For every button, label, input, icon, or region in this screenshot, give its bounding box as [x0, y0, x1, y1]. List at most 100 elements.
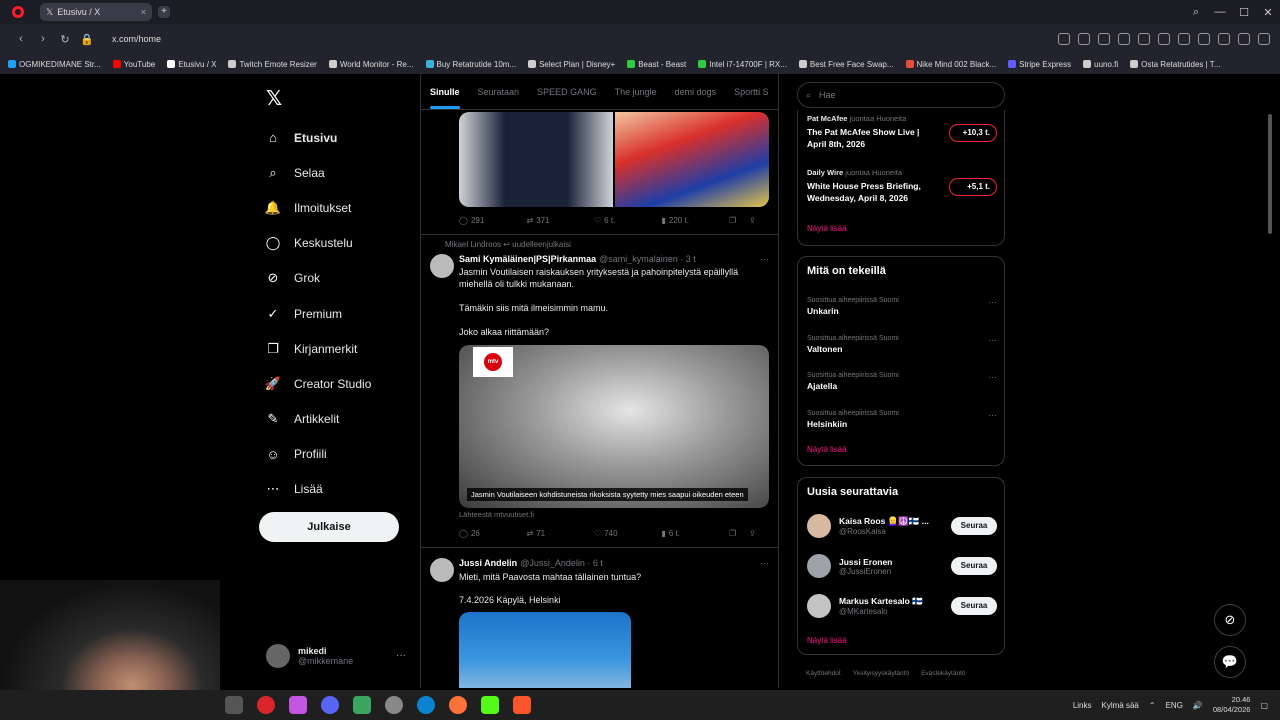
show-more-link[interactable]: Näytä lisää [807, 224, 847, 233]
bookmark-item[interactable]: YouTube [112, 60, 155, 69]
views-button[interactable]: ▮ 6 t. [662, 529, 730, 538]
trend-more-icon[interactable]: ··· [988, 297, 997, 307]
discord-taskbar-icon[interactable] [321, 696, 339, 714]
links-toolbar[interactable]: Links [1073, 701, 1092, 710]
footer-link[interactable]: Käyttöehdot [806, 670, 841, 677]
edge-taskbar-icon[interactable] [417, 696, 435, 714]
share-icon[interactable]: ⇪ [749, 216, 769, 225]
edit-icon[interactable] [1078, 33, 1090, 45]
author-name[interactable]: Sami Kymäläinen|PS|Pirkanmaa [459, 254, 596, 264]
show-more-link[interactable]: Näytä lisää [807, 636, 847, 645]
new-tab-button[interactable]: + [158, 6, 170, 18]
like-button[interactable]: ♡ 6 t. [594, 216, 662, 225]
avatar[interactable] [430, 254, 454, 278]
sidebar-item-lisää[interactable]: ⋯ Lisää [266, 472, 371, 507]
sidebar-item-profiili[interactable]: ☺ Profiili [266, 437, 371, 472]
sidebar-item-premium[interactable]: ✓ Premium [266, 296, 371, 331]
author-handle[interactable]: @sami_kymalainen · 3 t [599, 254, 696, 264]
extensions-icon[interactable] [1238, 33, 1250, 45]
bookmark-item[interactable]: Osta Retatrutides | T... [1130, 60, 1220, 69]
follow-suggestion[interactable]: Kaisa Roos 👱‍♀️☮️🇫🇮 ... @RoosKaisa Seuraa [807, 514, 997, 538]
avatar[interactable] [430, 558, 454, 582]
post-images[interactable] [459, 112, 769, 207]
footer-link[interactable]: Yksityisyyskäytäntö [853, 670, 909, 677]
clock[interactable]: 20.46 08/04/2026 [1213, 695, 1251, 715]
sidebar-item-keskustelu[interactable]: ◯ Keskustelu [266, 226, 371, 261]
app-taskbar-icon[interactable] [353, 696, 371, 714]
feed-tab[interactable]: The jungle [615, 87, 657, 97]
forward-icon[interactable]: › [32, 33, 54, 45]
figma-taskbar-icon[interactable] [289, 696, 307, 714]
app-taskbar-icon[interactable] [385, 696, 403, 714]
sidebar-item-artikkelit[interactable]: ✎ Artikkelit [266, 402, 371, 437]
tray-chevron-icon[interactable]: ⌃ [1149, 701, 1156, 710]
opera-logo-icon[interactable] [12, 6, 24, 18]
bookmark-item[interactable]: Etusivu / X [167, 60, 216, 69]
repost-button[interactable]: ⇄ 371 [527, 216, 595, 225]
bookmark-item[interactable]: Best Free Face Swap... [798, 60, 894, 69]
sidebar-item-ilmoitukset[interactable]: 🔔 Ilmoitukset [265, 190, 371, 225]
bookmark-icon[interactable]: ❐ [729, 529, 749, 538]
opera-taskbar-icon[interactable] [257, 696, 275, 714]
trend-more-icon[interactable]: ··· [988, 335, 997, 345]
bookmark-item[interactable]: Intel i7-14700F | RX... [698, 60, 787, 69]
share-icon[interactable]: ⇪ [749, 529, 769, 538]
like-button[interactable]: ♡ 740 [594, 529, 662, 538]
post-image-2[interactable] [615, 112, 769, 207]
heart-icon[interactable] [1158, 33, 1170, 45]
url-field[interactable]: x.com/home [112, 34, 161, 44]
link-source[interactable]: Lähteestä mtvuutiset.fi [459, 510, 534, 519]
search-input[interactable]: ⌕ Hae [797, 82, 1005, 108]
sidebar-item-kirjanmerkit[interactable]: ❐ Kirjanmerkit [266, 331, 371, 366]
brave-taskbar-icon[interactable] [513, 696, 531, 714]
camera-icon[interactable] [1098, 33, 1110, 45]
bookmark-item[interactable]: Twitch Emote Resizer [228, 60, 317, 69]
tweet-photo[interactable]: mtv Jasmin Voutilaiseen kohdistuneista r… [459, 345, 769, 508]
sidebar-item-etusivu[interactable]: ⌂ Etusivu [266, 120, 371, 155]
search-tabs-icon[interactable]: ⌕ [1184, 6, 1208, 19]
follow-button[interactable]: Seuraa [951, 597, 997, 615]
profile-icon[interactable] [1218, 33, 1230, 45]
live-space[interactable]: Daily Wire juontaa Huoneita White House … [807, 168, 997, 204]
bookmark-item[interactable]: Select Plan | Disney+ [528, 60, 615, 69]
footer-link[interactable]: Evästekäytäntö [921, 670, 965, 677]
sidebar-item-grok[interactable]: ⊘ Grok [266, 261, 371, 296]
weather-widget[interactable]: Kylmä sää [1102, 701, 1139, 710]
volume-icon[interactable]: 🔊 [1193, 701, 1203, 710]
follow-suggestion[interactable]: Jussi Eronen @JussiEronen Seuraa [807, 554, 997, 578]
zoom-icon[interactable] [1058, 33, 1070, 45]
live-space[interactable]: Pat McAfee juontaa Huoneita The Pat McAf… [807, 114, 997, 150]
account-switcher[interactable]: mikedi @mikkemane [266, 644, 353, 668]
bookmark-item[interactable]: uuno.fi [1083, 60, 1118, 69]
sidebar-item-creator-studio[interactable]: 🚀 Creator Studio [265, 366, 371, 401]
trend-item[interactable]: Suosittua aiheepiirissä Suomi Helsinkiin ·… [807, 410, 997, 429]
x-logo-icon[interactable]: 𝕏 [266, 86, 282, 111]
feed-tab[interactable]: Sinulle [430, 87, 460, 109]
maximize-button[interactable]: ☐ [1232, 6, 1256, 19]
feed-tab[interactable]: Seurataan [478, 87, 520, 97]
more-icon[interactable]: ··· [760, 558, 769, 568]
bookmark-item[interactable]: Nike Mind 002 Black... [905, 60, 996, 69]
bookmark-item[interactable]: Beast - Beast [627, 60, 686, 69]
trend-more-icon[interactable]: ··· [988, 372, 997, 382]
page-scrollbar[interactable] [1268, 114, 1272, 234]
download-icon[interactable] [1178, 33, 1190, 45]
reload-icon[interactable]: ↻ [54, 33, 76, 46]
bookmark-item[interactable]: World Monitor - Re... [328, 60, 414, 69]
feed-tab[interactable]: SPEED GANG [537, 87, 597, 97]
grok-float-button[interactable]: ⊘ [1214, 604, 1246, 636]
bookmark-item[interactable]: OGMIKEDIMANE Str... [8, 60, 101, 69]
trend-item[interactable]: Suosittua aiheepiirissä Suomi Valtonen ··· [807, 335, 997, 354]
language-indicator[interactable]: ENG [1166, 701, 1183, 710]
trend-more-icon[interactable]: ··· [988, 410, 997, 420]
tweet-photo[interactable] [459, 612, 631, 688]
messages-float-button[interactable]: 💬 [1214, 646, 1246, 678]
trend-item[interactable]: Suosittua aiheepiirissä Suomi Unkarin ··· [807, 297, 997, 316]
bookmark-icon[interactable]: ❐ [729, 216, 749, 225]
show-more-link[interactable]: Näytä lisää [807, 445, 847, 454]
account-more-icon[interactable]: ··· [396, 650, 406, 661]
bookmark-item[interactable]: Buy Retatrutide 10m... [425, 60, 516, 69]
follow-suggestion[interactable]: Markus Kartesalo 🇫🇮 @MKartesalo Seuraa [807, 594, 997, 618]
repost-button[interactable]: ⇄ 71 [527, 529, 595, 538]
feed-tab[interactable]: Sportti S [734, 87, 769, 97]
